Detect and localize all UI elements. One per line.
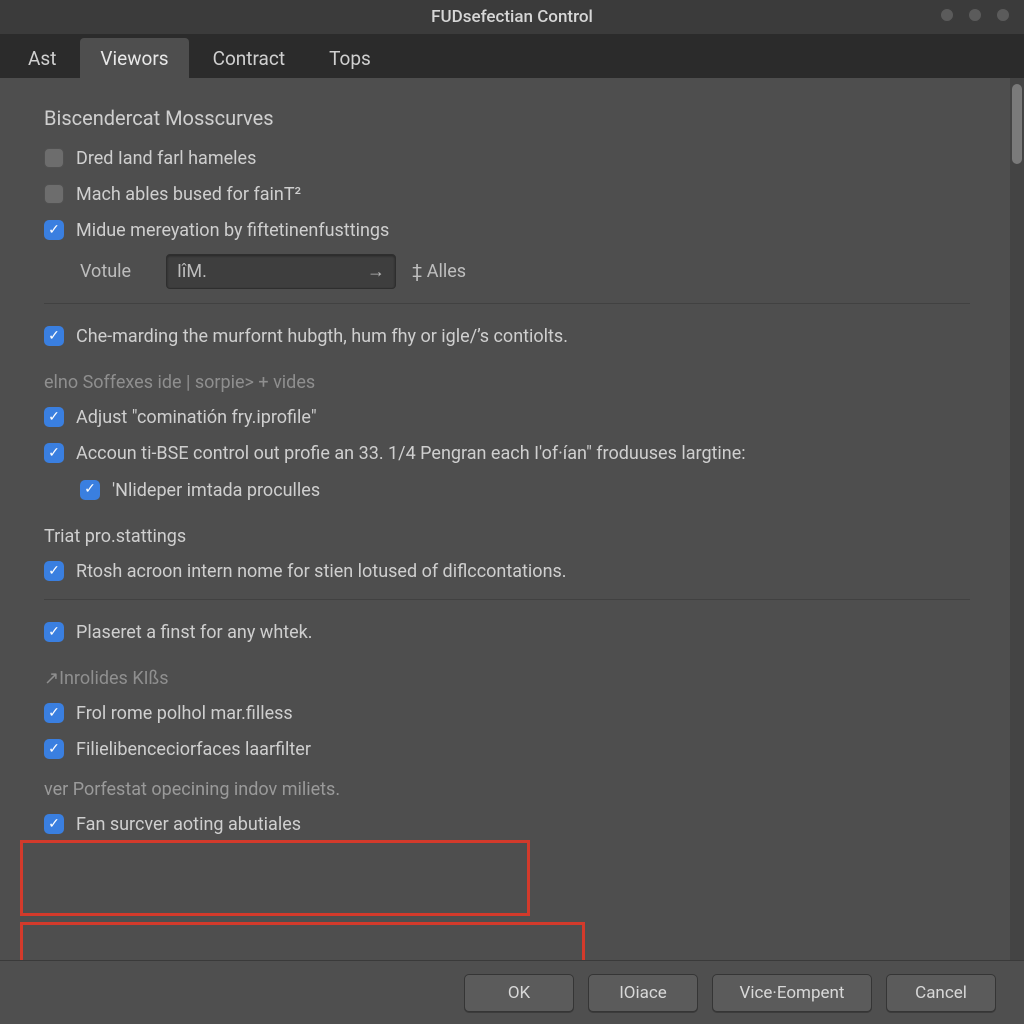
tab-label: Viewors bbox=[100, 47, 168, 70]
tab-label: Tops bbox=[329, 47, 371, 70]
check-row: ✓ Fan surcver aoting abutiales bbox=[44, 812, 970, 838]
tab-bar: Ast Viewors Contract Tops bbox=[0, 34, 1024, 78]
check-label: Dred Iand farl hameles bbox=[76, 146, 256, 172]
arrow-right-icon: → bbox=[367, 261, 385, 282]
checkbox-accoun-bse[interactable]: ✓ bbox=[44, 443, 64, 463]
checkbox-rtosh[interactable]: ✓ bbox=[44, 561, 64, 581]
divider bbox=[44, 599, 970, 600]
check-label: Fan surcver aoting abutiales bbox=[76, 812, 301, 838]
tab-contract[interactable]: Contract bbox=[193, 38, 305, 78]
check-label: Mach ables bused for fainT² bbox=[76, 182, 301, 208]
traffic-light-restore[interactable] bbox=[968, 8, 982, 22]
check-row: Dred Iand farl hameles bbox=[44, 146, 970, 172]
content-pane: Biscendercat Mosscurves Dred Iand farl h… bbox=[0, 78, 1010, 960]
checkbox-mach[interactable] bbox=[44, 184, 64, 204]
vice-eompent-button[interactable]: Vice·Eompent bbox=[712, 974, 872, 1012]
check-row: Mach ables bused for fainT² bbox=[44, 182, 970, 208]
check-label: Filielibenceciorfaces laarfilter bbox=[76, 737, 311, 763]
check-row: ✓ Rtosh acroon intern nome for stien lot… bbox=[44, 559, 970, 585]
button-label: OK bbox=[508, 983, 530, 1003]
scrollbar-thumb[interactable] bbox=[1012, 84, 1022, 164]
traffic-light-minimize[interactable] bbox=[940, 8, 954, 22]
check-row: ✓ Che-marding the murfornt hubgth, hum f… bbox=[44, 324, 970, 350]
window-title: FUDsefectian Control bbox=[431, 7, 593, 27]
tab-tops[interactable]: Tops bbox=[309, 38, 391, 78]
checkbox-adjust-profile[interactable]: ✓ bbox=[44, 407, 64, 427]
traffic-light-close[interactable] bbox=[996, 8, 1010, 22]
check-label: Che-marding the murfornt hubgth, hum fhy… bbox=[76, 324, 568, 350]
button-label: Vice·Eompent bbox=[740, 983, 845, 1003]
button-label: Cancel bbox=[915, 983, 967, 1003]
check-label: 'Nlideper imtada proculles bbox=[112, 478, 320, 504]
titlebar: FUDsefectian Control bbox=[0, 0, 1024, 34]
votule-input[interactable]: IîM. → bbox=[166, 254, 396, 289]
checkbox-frol[interactable]: ✓ bbox=[44, 703, 64, 723]
check-row: ✓ Frol rome polhol mar.filless bbox=[44, 701, 970, 727]
scrollbar[interactable] bbox=[1010, 78, 1024, 960]
check-label: Adjust "cominatión fry.iprofile" bbox=[76, 405, 317, 431]
content-wrap: Biscendercat Mosscurves Dred Iand farl h… bbox=[0, 78, 1024, 960]
check-label: Plaseret a finst for any whtek. bbox=[76, 620, 313, 646]
ioiace-button[interactable]: IOiace bbox=[588, 974, 698, 1012]
check-row: ✓ Midue mereyation by fiftetinenfustting… bbox=[44, 218, 970, 244]
votule-row: Votule IîM. → ‡ Alles bbox=[44, 254, 970, 289]
window: FUDsefectian Control Ast Viewors Contrac… bbox=[0, 0, 1024, 1024]
tab-viewors[interactable]: Viewors bbox=[80, 38, 188, 78]
section-title-triat: Triat pro.stattings bbox=[44, 526, 970, 547]
checkbox-nlideper[interactable]: ✓ bbox=[80, 480, 100, 500]
highlight-box-1 bbox=[20, 840, 530, 916]
checkbox-dred[interactable] bbox=[44, 148, 64, 168]
check-row: ✓ Filielibenceciorfaces laarfilter bbox=[44, 737, 970, 763]
check-label: Midue mereyation by fiftetinenfusttings bbox=[76, 218, 389, 244]
section-title-biscendercat: Biscendercat Mosscurves bbox=[44, 106, 970, 130]
check-label: Rtosh acroon intern nome for stien lotus… bbox=[76, 559, 567, 585]
tab-label: Ast bbox=[28, 47, 56, 70]
highlight-box-2 bbox=[20, 922, 585, 960]
check-row: ✓ Accoun ti-BSE control out profie an 33… bbox=[44, 441, 970, 467]
subhead-porfestat: ver Porfestat opecining indov miliets. bbox=[44, 779, 970, 800]
votule-suffix: ‡ Alles bbox=[412, 261, 466, 282]
subhead-soffexes: elno Soffexes ide | sorpie> + vides bbox=[44, 372, 970, 393]
checkbox-filielibence[interactable]: ✓ bbox=[44, 739, 64, 759]
check-row: ✓ Plaseret a finst for any whtek. bbox=[44, 620, 970, 646]
check-label: Accoun ti-BSE control out profie an 33. … bbox=[76, 441, 746, 467]
tab-label: Contract bbox=[213, 47, 285, 70]
votule-label: Votule bbox=[80, 261, 150, 282]
button-label: IOiace bbox=[619, 983, 667, 1003]
check-row: ✓ Adjust "cominatión fry.iprofile" bbox=[44, 405, 970, 431]
check-row-nested: ✓ 'Nlideper imtada proculles bbox=[44, 478, 970, 504]
ok-button[interactable]: OK bbox=[464, 974, 574, 1012]
check-label: Frol rome polhol mar.filless bbox=[76, 701, 293, 727]
footer: OK IOiace Vice·Eompent Cancel bbox=[0, 960, 1024, 1024]
cancel-button[interactable]: Cancel bbox=[886, 974, 996, 1012]
traffic-lights bbox=[940, 8, 1010, 22]
subhead-inrolides: ↗Inrolides KIßs bbox=[44, 668, 970, 689]
tab-ast[interactable]: Ast bbox=[8, 38, 76, 78]
checkbox-plaseret[interactable]: ✓ bbox=[44, 622, 64, 642]
checkbox-fan-surcver[interactable]: ✓ bbox=[44, 814, 64, 834]
divider bbox=[44, 303, 970, 304]
checkbox-midue[interactable]: ✓ bbox=[44, 220, 64, 240]
checkbox-che[interactable]: ✓ bbox=[44, 326, 64, 346]
votule-value: IîM. bbox=[177, 261, 207, 282]
